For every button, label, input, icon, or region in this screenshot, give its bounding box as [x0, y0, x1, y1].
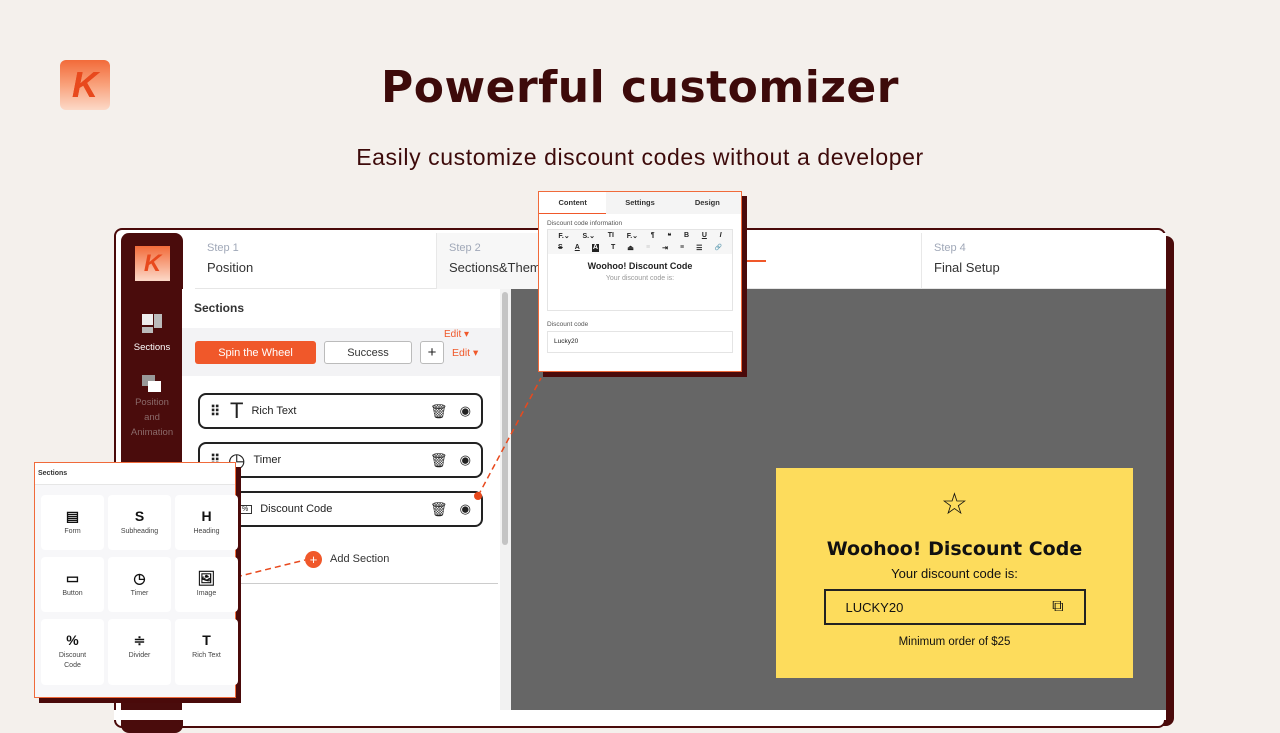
discount-code-input[interactable]: Lucky20 — [547, 331, 733, 353]
font-size-button[interactable]: S.⌄ — [582, 232, 594, 240]
bg-color-button[interactable]: A — [591, 244, 599, 252]
section-tile-discount-code[interactable]: % Discount Code — [41, 619, 104, 685]
editor-toolbar: S A A T ⏏ ≡ ⇥ ≡ ☰ 🔗 — [548, 242, 732, 254]
format-button[interactable]: F.⌄ — [627, 232, 638, 240]
tile-icon: ≑ — [133, 632, 146, 648]
tile-icon: H — [201, 508, 212, 524]
text-color-button[interactable]: A — [575, 244, 580, 252]
quote-button[interactable]: ❝ — [667, 232, 671, 240]
italic-button[interactable]: I — [720, 232, 722, 240]
align-button[interactable]: ≡ — [680, 244, 684, 252]
tab-settings[interactable]: Settings — [606, 192, 673, 214]
text-size-button[interactable]: TI — [608, 232, 614, 240]
section-tile-rich-text[interactable]: T Rich Text — [175, 619, 238, 685]
outdent-button[interactable]: ≡ — [646, 244, 650, 252]
section-tile-button[interactable]: ▭ Button — [41, 557, 104, 612]
tab-design[interactable]: Design — [674, 192, 741, 214]
tab-content[interactable]: Content — [539, 192, 607, 214]
font-family-button[interactable]: F.⌄ — [558, 232, 569, 240]
indent-button[interactable]: ⇥ — [662, 244, 668, 252]
sections-picker-popup: Sections ▤ Form S Subheading H Heading ▭ Button… — [34, 462, 238, 698]
link-button[interactable]: 🔗 — [714, 244, 721, 252]
section-tile-image[interactable]: 🖼 Image — [175, 557, 238, 612]
connector-line — [477, 377, 542, 497]
eraser-button[interactable]: ⏏ — [627, 244, 634, 252]
section-tile-form[interactable]: ▤ Form — [41, 495, 104, 550]
tile-icon: ▤ — [65, 508, 80, 524]
underline-button[interactable]: U — [702, 232, 707, 240]
tile-icon: 🖼 — [197, 570, 216, 586]
rich-text-editor[interactable]: F.⌄ S.⌄ TI F.⌄ ¶ ❝ B U I S A A T ⏏ ≡ ⇥ ≡ ☰ 🔗 Woohoo! Disc… — [547, 229, 733, 311]
section-tile-timer[interactable]: ◷ Timer — [108, 557, 171, 612]
tile-icon: ▭ — [65, 570, 80, 586]
tile-icon: T — [202, 632, 211, 648]
editor-toolbar: F.⌄ S.⌄ TI F.⌄ ¶ ❝ B U I — [548, 230, 732, 242]
section-tile-subheading[interactable]: S Subheading — [108, 495, 171, 550]
tile-icon: S — [134, 508, 145, 524]
tile-icon: % — [66, 632, 79, 648]
section-tile-heading[interactable]: H Heading — [175, 495, 238, 550]
strikethrough-button[interactable]: S — [558, 244, 563, 252]
clear-format-button[interactable]: T — [611, 244, 615, 252]
tile-icon: ◷ — [133, 570, 146, 586]
content-settings-popup: Content Settings Design Discount code in… — [538, 191, 742, 372]
list-button[interactable]: ☰ — [696, 244, 702, 252]
section-tile-divider[interactable]: ≑ Divider — [108, 619, 171, 685]
paragraph-button[interactable]: ¶ — [651, 232, 655, 240]
bold-button[interactable]: B — [684, 232, 689, 240]
connector-line — [235, 559, 306, 578]
